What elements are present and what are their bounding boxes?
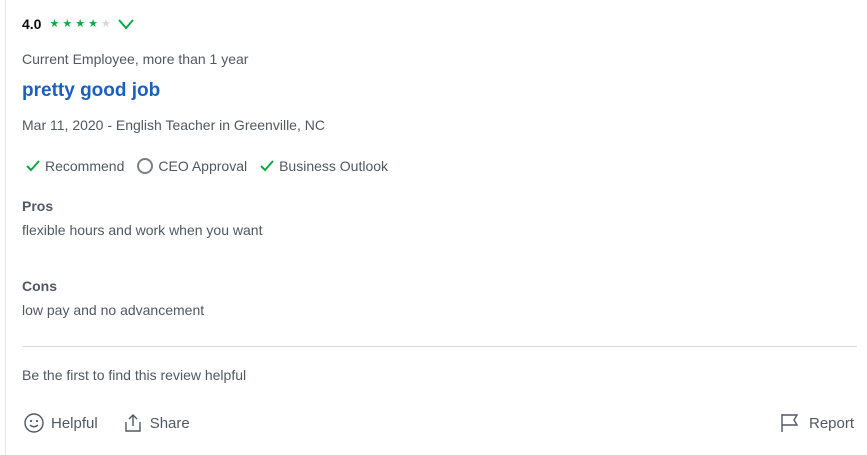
- pros-heading: Pros: [22, 198, 54, 214]
- rating-value: 4.0: [22, 16, 42, 32]
- cons-text: low pay and no advancement: [22, 302, 205, 318]
- indicator-label: Business Outlook: [279, 158, 389, 174]
- smiley-icon: [24, 413, 44, 433]
- indicator-recommend: Recommend: [25, 158, 124, 174]
- divider: [22, 346, 857, 347]
- check-icon: [260, 160, 274, 172]
- share-label: Share: [149, 414, 190, 432]
- star-icon: ★: [62, 17, 73, 30]
- check-icon: [26, 160, 40, 172]
- rating-row: 4.0 ★ ★ ★ ★ ★: [22, 14, 136, 34]
- review-title-link[interactable]: pretty good job: [22, 80, 160, 102]
- card-left-border: [5, 0, 6, 455]
- review-meta: Mar 11, 2020 - English Teacher in Greenv…: [22, 117, 325, 133]
- star-icon: ★: [75, 17, 86, 30]
- star-icon: ★: [88, 17, 98, 30]
- indicator-label: Recommend: [45, 158, 125, 174]
- share-button[interactable]: Share: [122, 412, 190, 434]
- employee-status: Current Employee, more than 1 year: [22, 51, 249, 67]
- indicator-ceo-approval: CEO Approval: [136, 157, 247, 175]
- helpful-button[interactable]: Helpful: [23, 412, 98, 434]
- chevron-down-icon[interactable]: [116, 17, 136, 31]
- star-empty-icon: ★: [100, 17, 111, 30]
- cons-heading: Cons: [22, 278, 57, 294]
- helpful-prompt: Be the first to find this review helpful: [22, 367, 247, 383]
- star-rating: ★ ★ ★ ★ ★: [49, 17, 113, 30]
- pros-text: flexible hours and work when you want: [22, 222, 263, 238]
- report-button[interactable]: Report: [779, 412, 854, 434]
- indicator-label: CEO Approval: [158, 158, 248, 174]
- helpful-label: Helpful: [51, 414, 98, 432]
- star-icon: ★: [49, 17, 60, 30]
- circle-icon: [137, 158, 154, 174]
- flag-icon: [781, 414, 799, 432]
- review-actions: Helpful Share: [23, 412, 214, 434]
- review-card: 4.0 ★ ★ ★ ★ ★ Current Employee, more tha…: [0, 0, 867, 455]
- indicator-business-outlook: Business Outlook: [259, 158, 388, 174]
- review-indicators: Recommend CEO Approval Business Outlook: [25, 157, 400, 175]
- share-icon: [125, 414, 141, 432]
- report-label: Report: [809, 414, 855, 432]
